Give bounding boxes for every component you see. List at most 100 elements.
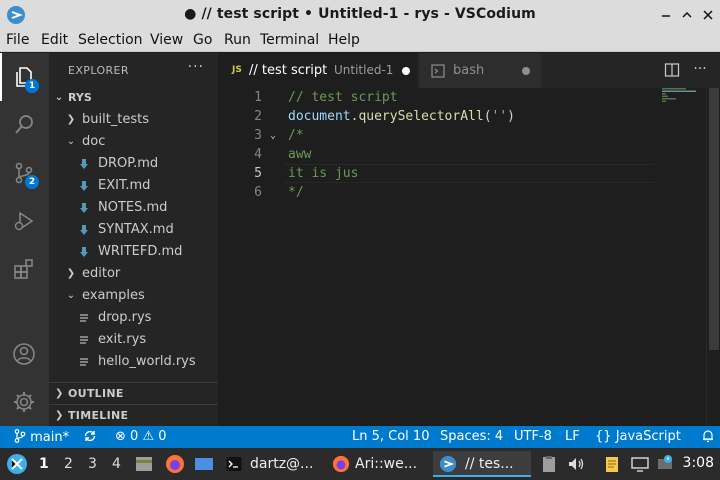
indentation[interactable]: Spaces: 4 <box>440 429 503 444</box>
desktop-icon[interactable] <box>194 454 214 474</box>
sidebar-more-button[interactable]: ··· <box>188 59 204 75</box>
menu-view[interactable]: View <box>150 32 183 48</box>
tree-item-label: NOTES.md <box>98 200 168 215</box>
minimize-button[interactable] <box>658 7 674 23</box>
sync-button[interactable] <box>83 429 97 445</box>
close-button[interactable] <box>700 7 716 23</box>
unsaved-dot-icon[interactable] <box>402 67 410 75</box>
menu-selection[interactable]: Selection <box>78 32 143 48</box>
workspace-root[interactable]: ⌄ RYS <box>49 87 218 109</box>
task-firefox[interactable]: Ari::we... <box>330 451 422 477</box>
tree-file[interactable]: EXIT.md <box>49 175 218 197</box>
run-debug-icon <box>14 211 34 231</box>
network-icon[interactable] <box>656 455 674 473</box>
scrollbar-thumb[interactable] <box>709 88 719 350</box>
code-editor[interactable]: 1 // test script 2 document.querySelectorAl… <box>218 88 720 426</box>
menu-file[interactable]: File <box>6 32 29 48</box>
os-taskbar: 1 2 3 4 dartz@... Ari::we... // tes... 3… <box>0 448 720 480</box>
menu-terminal[interactable]: Terminal <box>260 32 319 48</box>
chevron-right-icon: ❯ <box>55 388 64 399</box>
tree-file[interactable]: exit.rys <box>49 329 218 351</box>
workspace-2[interactable]: 2 <box>64 456 73 472</box>
tree-file[interactable]: WRITEFD.md <box>49 241 218 263</box>
language-mode[interactable]: {} JavaScript <box>595 429 681 444</box>
tab-label: // test script <box>249 63 328 78</box>
activity-accounts[interactable] <box>0 330 49 378</box>
code-line[interactable]: aww <box>288 145 311 164</box>
code-token: aww <box>288 147 312 162</box>
encoding[interactable]: UTF-8 <box>514 429 552 444</box>
editor-scrollbar[interactable] <box>706 88 720 426</box>
code-line[interactable]: // test script <box>288 88 398 107</box>
code-line[interactable]: /* <box>288 126 304 145</box>
code-token: ( <box>483 109 492 124</box>
task-vscodium[interactable]: // tes... <box>433 451 531 477</box>
more-actions-button[interactable]: ··· <box>692 62 708 78</box>
tree-file[interactable]: drop.rys <box>49 307 218 329</box>
title-bar: ● // test script • Untitled-1 - rys - VS… <box>0 0 720 30</box>
firefox-icon <box>332 455 350 473</box>
activity-source-control[interactable]: 2 <box>0 149 49 197</box>
tree-file[interactable]: SYNTAX.md <box>49 219 218 241</box>
timeline-section[interactable]: ❯ TIMELINE <box>49 404 218 426</box>
code-line[interactable]: it is jus <box>288 164 358 183</box>
activity-manage[interactable] <box>0 378 49 426</box>
cursor-position[interactable]: Ln 5, Col 10 <box>352 429 429 444</box>
tree-folder[interactable]: ⌄ doc <box>49 131 218 153</box>
workspace-1[interactable]: 1 <box>39 456 49 472</box>
clock[interactable]: 3:08 <box>683 455 714 471</box>
firefox-icon[interactable] <box>165 454 185 474</box>
file-icon <box>80 358 88 366</box>
menu-run[interactable]: Run <box>224 32 251 48</box>
tree-folder[interactable]: ⌄ examples <box>49 285 218 307</box>
code-token: document <box>288 109 351 124</box>
unsaved-dot-icon[interactable] <box>522 67 530 75</box>
menu-go[interactable]: Go <box>193 32 212 48</box>
notifications-button[interactable] <box>702 429 714 447</box>
close-icon <box>703 10 713 20</box>
code-line[interactable]: */ <box>288 183 304 202</box>
braces-icon: {} <box>595 429 612 444</box>
activity-search[interactable] <box>0 101 49 149</box>
code-line[interactable]: document.querySelectorAll('') <box>288 107 515 126</box>
activity-extensions[interactable] <box>0 245 49 293</box>
activity-explorer[interactable]: 1 <box>0 53 49 101</box>
split-editor-icon[interactable] <box>664 62 680 78</box>
code-token: */ <box>288 185 304 200</box>
explorer-badge: 1 <box>25 79 39 93</box>
chevron-right-icon: ❯ <box>55 410 64 421</box>
gear-icon <box>14 392 34 412</box>
minimize-icon <box>662 15 670 17</box>
menu-edit[interactable]: Edit <box>41 32 68 48</box>
tree-item-label: built_tests <box>82 112 150 127</box>
tree-file[interactable]: DROP.md <box>49 153 218 175</box>
minimap[interactable] <box>662 88 706 102</box>
error-count: 0 <box>130 429 139 444</box>
tree-file[interactable]: hello_world.rys <box>49 351 218 373</box>
fold-chevron-icon[interactable]: ⌄ <box>270 126 276 145</box>
problems-indicator[interactable]: ⊗ 0 ⚠ 0 <box>115 429 167 444</box>
tree-file[interactable]: NOTES.md <box>49 197 218 219</box>
notes-icon[interactable] <box>603 455 621 473</box>
outline-section[interactable]: ❯ OUTLINE <box>49 382 218 404</box>
tree-folder[interactable]: ❯ editor <box>49 263 218 285</box>
search-icon <box>15 115 33 134</box>
branch-indicator[interactable]: main* <box>14 429 69 445</box>
volume-icon[interactable] <box>567 455 585 473</box>
maximize-button[interactable] <box>679 7 695 23</box>
tree-folder[interactable]: ❯ built_tests <box>49 109 218 131</box>
warning-icon: ⚠ <box>142 429 155 444</box>
task-terminal[interactable]: dartz@... <box>224 451 324 477</box>
tab-test-script[interactable]: JS // test script Untitled-1 <box>218 53 417 88</box>
workspace-3[interactable]: 3 <box>88 456 97 472</box>
file-manager-icon[interactable] <box>134 454 154 474</box>
clipboard-icon[interactable] <box>540 455 558 473</box>
display-icon[interactable] <box>631 455 649 473</box>
line-ending[interactable]: LF <box>565 429 580 444</box>
menu-help[interactable]: Help <box>328 32 360 48</box>
app-launcher-icon[interactable] <box>6 453 28 475</box>
tab-bash[interactable]: bash <box>419 53 541 88</box>
activity-run-debug[interactable] <box>0 197 49 245</box>
workspace-4[interactable]: 4 <box>112 456 121 472</box>
activity-bar: 1 2 <box>0 53 49 426</box>
